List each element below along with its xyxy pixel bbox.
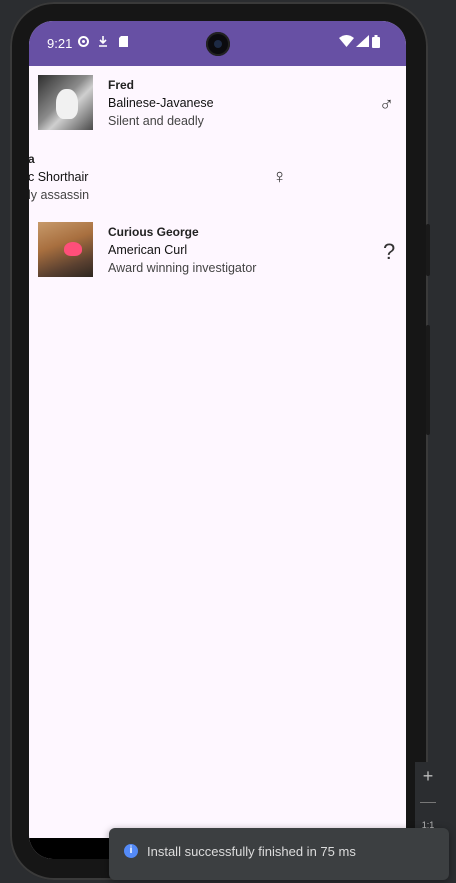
signal-icon — [356, 35, 369, 50]
cat-name: a — [29, 152, 35, 166]
cat-description: Award winning investigator — [108, 261, 257, 275]
status-time: 9:21 — [47, 36, 73, 51]
cat-name: Curious George — [108, 225, 199, 239]
wifi-icon — [339, 35, 354, 50]
emulator-zoom-panel: + 1:1 — [415, 762, 441, 832]
list-item[interactable]: Curious George American Curl Award winni… — [29, 216, 406, 286]
male-gender-icon: ♂ — [379, 94, 394, 116]
status-bar: 9:21 — [29, 21, 406, 66]
cat-breed: Balinese-Javanese — [108, 96, 214, 110]
cat-name: Fred — [108, 78, 135, 92]
list-item[interactable]: a c Shorthair ly assassin ♀ — [29, 143, 406, 213]
power-button[interactable] — [426, 224, 430, 276]
download-icon — [98, 35, 108, 51]
notification-message: Install successfully finished in 75 ms — [147, 844, 356, 859]
zoom-in-button[interactable]: + — [415, 766, 441, 788]
settings-icon — [77, 35, 90, 51]
volume-button[interactable] — [426, 325, 430, 435]
sd-card-icon — [118, 35, 129, 51]
cat-breed: c Shorthair — [29, 170, 89, 184]
list-item[interactable]: Fred Balinese-Javanese Silent and deadly… — [29, 69, 406, 139]
cat-description: Silent and deadly — [108, 114, 204, 128]
unknown-gender-icon: ? — [383, 239, 396, 264]
front-camera — [206, 32, 230, 56]
device-screen: 9:21 Fred Balinese-Javanese Silent and d… — [29, 21, 406, 859]
info-icon: i — [124, 844, 138, 858]
cat-thumbnail — [38, 75, 93, 130]
cat-description: ly assassin — [29, 188, 90, 202]
cat-thumbnail — [38, 222, 93, 277]
battery-icon — [372, 35, 380, 51]
cat-breed: American Curl — [108, 243, 188, 257]
zoom-out-button[interactable] — [420, 802, 436, 803]
female-gender-icon: ♀ — [272, 166, 287, 188]
install-notification[interactable]: i Install successfully finished in 75 ms — [109, 828, 449, 880]
